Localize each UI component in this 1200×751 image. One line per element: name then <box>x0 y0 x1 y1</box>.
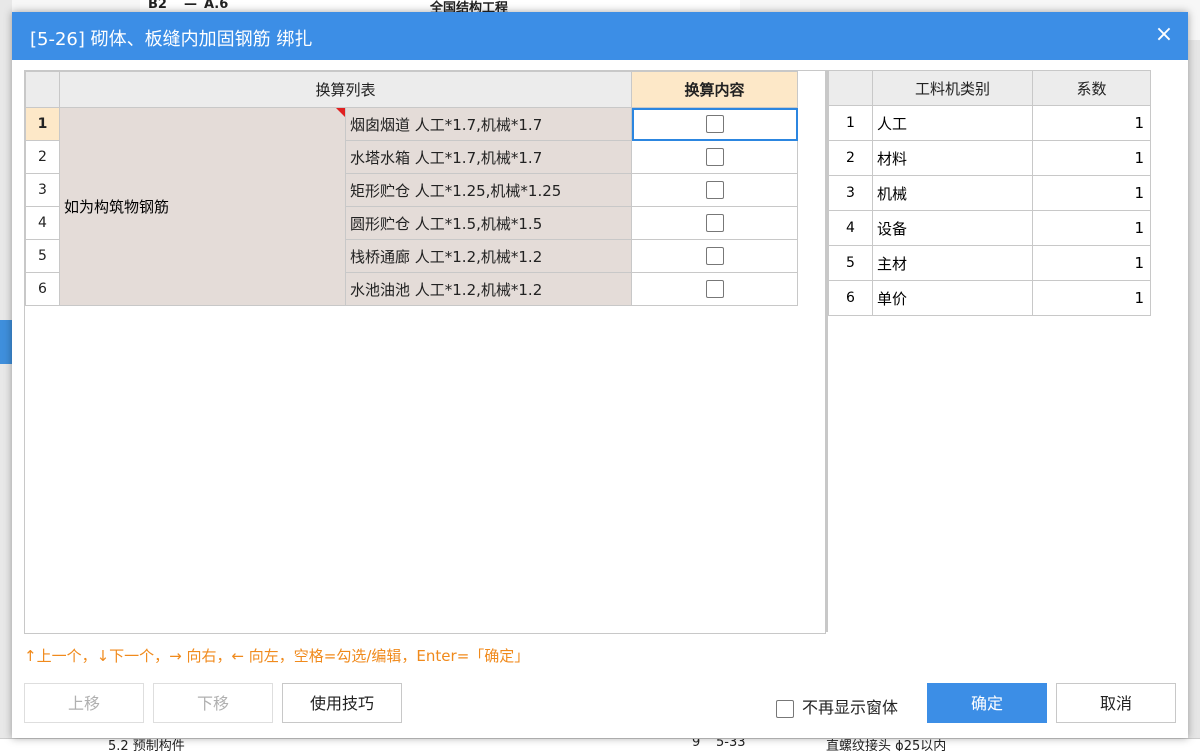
coefficient-value[interactable]: 1 <box>1032 210 1151 246</box>
checkbox[interactable] <box>705 148 724 167</box>
row-number[interactable]: 1 <box>828 105 873 141</box>
dialog-titlebar[interactable]: [5-26] 砌体、板缝内加固钢筋 绑扎 × <box>12 12 1188 60</box>
comment-marker-icon <box>336 108 345 117</box>
conversion-item[interactable]: 水塔水箱 人工*1.7,机械*1.7 <box>345 140 632 174</box>
row-number[interactable]: 6 <box>25 272 60 306</box>
move-up-button[interactable]: 上移 <box>24 683 144 723</box>
checkbox[interactable] <box>705 181 724 200</box>
coefficient-value[interactable]: 1 <box>1032 105 1151 141</box>
conversion-checkbox-cell[interactable] <box>631 140 798 174</box>
background-cell: B2 <box>148 0 167 12</box>
keyboard-hint: ↑上一个，↓下一个，→ 向右，← 向左，空格=勾选/编辑，Enter=「确定」 <box>24 647 530 665</box>
row-number[interactable]: 5 <box>25 239 60 273</box>
conversion-checkbox-cell[interactable] <box>631 239 798 273</box>
row-number[interactable]: 5 <box>828 245 873 281</box>
background-cell: 5.2 预制构件 <box>108 739 185 751</box>
coefficient-value[interactable]: 1 <box>1032 140 1151 176</box>
row-number[interactable]: 2 <box>25 140 60 174</box>
conversion-table: 换算列表 换算内容 1 如为构筑物钢筋 烟囱烟道 人工*1.7,机械*1.7 2… <box>25 71 798 306</box>
background-cell: A.6 <box>204 0 229 12</box>
ok-button[interactable]: 确定 <box>927 683 1047 723</box>
no-show-label: 不再显示窗体 <box>802 698 899 717</box>
header-material-category: 工料机类别 <box>872 70 1033 106</box>
checkbox[interactable] <box>705 115 724 134</box>
checkbox[interactable] <box>705 280 724 299</box>
no-show-option[interactable]: 不再显示窗体 <box>776 694 898 718</box>
conversion-dialog: [5-26] 砌体、板缝内加固钢筋 绑扎 × 换算列表 换算内容 1 如为构筑物… <box>12 12 1188 738</box>
coefficient-value[interactable]: 1 <box>1032 280 1151 316</box>
category-cell: 如为构筑物钢筋 <box>59 107 346 306</box>
category-name: 机械 <box>872 175 1033 211</box>
category-label: 如为构筑物钢筋 <box>64 198 170 216</box>
conversion-item[interactable]: 栈桥通廊 人工*1.2,机械*1.2 <box>345 239 632 273</box>
row-number[interactable]: 4 <box>828 210 873 246</box>
row-number[interactable]: 2 <box>828 140 873 176</box>
row-number[interactable]: 1 <box>25 107 60 141</box>
coefficient-value[interactable]: 1 <box>1032 245 1151 281</box>
category-name: 人工 <box>872 105 1033 141</box>
coefficient-value[interactable]: 1 <box>1032 175 1151 211</box>
coefficient-table: 工料机类别 系数 1 人工 1 2 材料 1 3 机械 1 4 设备 1 5 主… <box>828 70 1151 316</box>
background-cell: 5-33 <box>716 738 746 750</box>
move-down-button[interactable]: 下移 <box>153 683 273 723</box>
header-conversion-list: 换算列表 <box>59 71 632 108</box>
conversion-checkbox-cell[interactable] <box>631 107 798 141</box>
header-conversion-content: 换算内容 <box>631 71 798 108</box>
conversion-checkbox-cell[interactable] <box>631 272 798 306</box>
conversion-item[interactable]: 圆形贮仓 人工*1.5,机械*1.5 <box>345 206 632 240</box>
row-number[interactable]: 3 <box>25 173 60 207</box>
background-cell: 9 <box>692 738 701 750</box>
category-name: 单价 <box>872 280 1033 316</box>
background-right-strip <box>1188 40 1200 740</box>
category-name: 主材 <box>872 245 1033 281</box>
row-number[interactable]: 3 <box>828 175 873 211</box>
checkbox[interactable] <box>705 247 724 266</box>
close-icon[interactable]: × <box>1150 21 1178 49</box>
header-coefficient: 系数 <box>1032 70 1151 106</box>
dialog-title: [5-26] 砌体、板缝内加固钢筋 绑扎 <box>30 29 313 50</box>
background-cell: — <box>184 0 197 12</box>
conversion-checkbox-cell[interactable] <box>631 206 798 240</box>
checkbox[interactable] <box>705 214 724 233</box>
category-name: 设备 <box>872 210 1033 246</box>
background-left-strip <box>0 0 12 750</box>
category-name: 材料 <box>872 140 1033 176</box>
row-number[interactable]: 6 <box>828 280 873 316</box>
cancel-button[interactable]: 取消 <box>1056 683 1176 723</box>
conversion-item[interactable]: 水池油池 人工*1.2,机械*1.2 <box>345 272 632 306</box>
row-number[interactable]: 4 <box>25 206 60 240</box>
conversion-item[interactable]: 烟囱烟道 人工*1.7,机械*1.7 <box>345 107 632 141</box>
no-show-checkbox[interactable] <box>776 699 794 718</box>
conversion-item[interactable]: 矩形贮仓 人工*1.25,机械*1.25 <box>345 173 632 207</box>
corner-header <box>828 70 873 106</box>
background-cell: 直螺纹接头 ϕ25以内 <box>826 739 947 751</box>
conversion-list-panel: 换算列表 换算内容 1 如为构筑物钢筋 烟囱烟道 人工*1.7,机械*1.7 2… <box>24 70 826 634</box>
background-bottom-row: 5.2 预制构件 9 5-33 直螺纹接头 ϕ25以内 <box>0 738 1200 751</box>
usage-tips-button[interactable]: 使用技巧 <box>282 683 402 723</box>
corner-header <box>25 71 60 108</box>
conversion-checkbox-cell[interactable] <box>631 173 798 207</box>
coefficient-panel: 工料机类别 系数 1 人工 1 2 材料 1 3 机械 1 4 设备 1 5 主… <box>826 70 1176 632</box>
